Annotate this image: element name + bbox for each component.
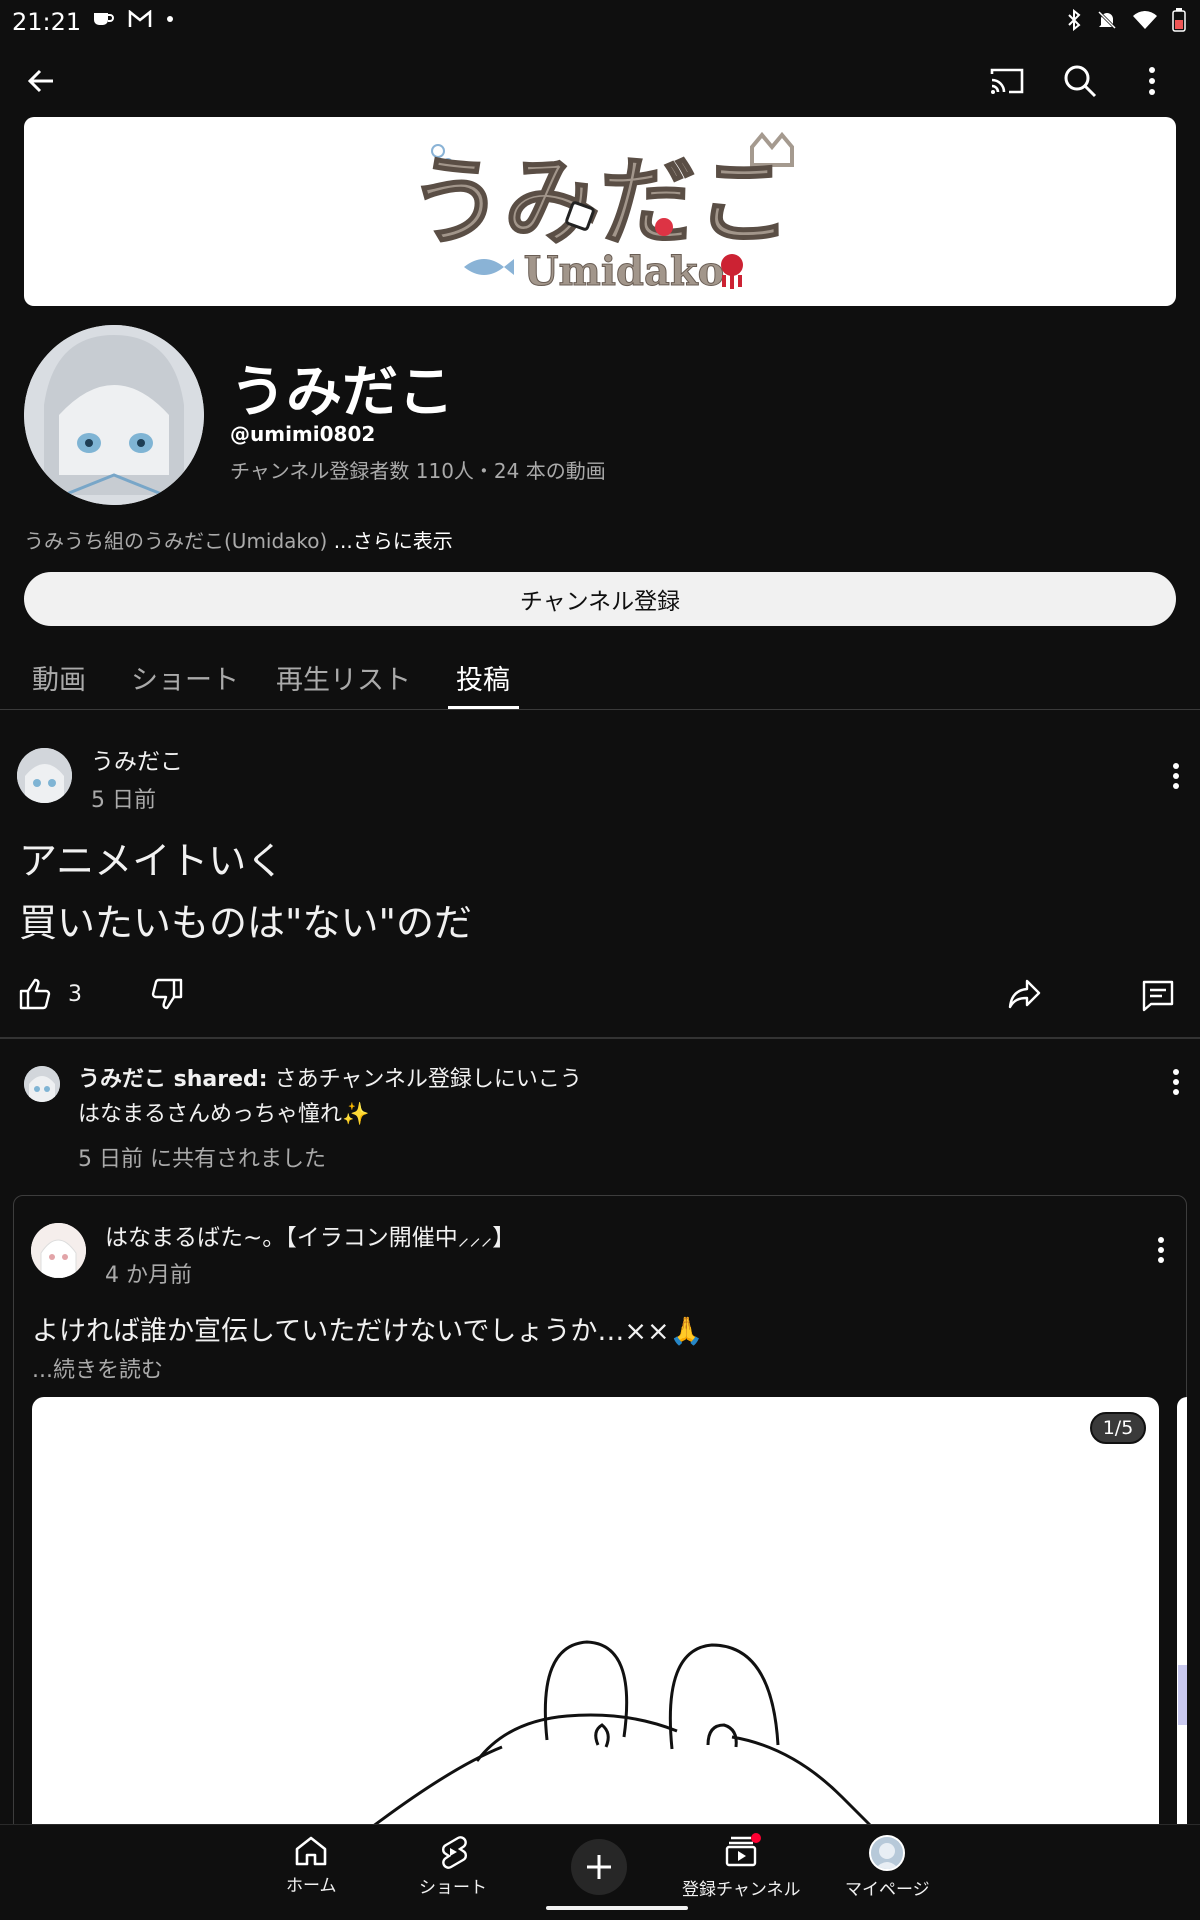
inner-post-more-button[interactable] (1145, 1230, 1177, 1270)
banner-logo-image: うみだこ Umidako (407, 131, 794, 296)
post-author-name[interactable]: うみだこ (91, 742, 183, 776)
post-divider (0, 1037, 1200, 1039)
comment-icon (1142, 980, 1174, 1012)
status-time: 21:21 (12, 8, 82, 36)
shared-comment-line1: さあチャンネル登録しにいこう (267, 1067, 582, 1092)
post-line: アニメイトいく (19, 839, 285, 883)
anime-avatar-image (24, 325, 204, 505)
post-more-button[interactable] (1160, 756, 1192, 796)
subscribe-button[interactable]: チャンネル登録 (24, 572, 1176, 626)
cast-button[interactable] (979, 53, 1035, 109)
nav-home[interactable]: ホーム (286, 1835, 337, 1896)
channel-avatar[interactable] (24, 325, 204, 505)
status-notification-icons (92, 10, 174, 28)
author-avatar-image (24, 1066, 60, 1102)
notification-dot (751, 1833, 762, 1843)
bluetooth-icon (1068, 9, 1081, 31)
nav-subscriptions[interactable]: 登録チャンネル (682, 1833, 801, 1900)
shared-post-more-button[interactable] (1160, 1062, 1192, 1102)
share-icon (1008, 979, 1041, 1009)
more-vert-icon (1158, 1237, 1164, 1263)
inner-author-name[interactable]: はなまるばた~。【イラコン開催中⸝⸝⸝】 (105, 1218, 515, 1252)
nav-shorts-label: ショート (419, 1878, 487, 1898)
status-system-icons (1066, 8, 1186, 32)
tab-shorts[interactable]: ショート (131, 658, 239, 697)
home-icon (295, 1836, 327, 1866)
battery-icon (1172, 8, 1186, 32)
channel-banner: うみだこ Umidako (24, 117, 1176, 306)
search-button[interactable] (1052, 53, 1108, 109)
status-bar: 21:21 (0, 0, 1200, 46)
active-tab-indicator (448, 706, 519, 709)
nav-shorts[interactable]: ショート (419, 1835, 487, 1898)
post-line: 買いたいものは"ない"のだ (19, 901, 472, 945)
post-time: 5 日前 (91, 788, 156, 813)
banner-title-en: Umidako (524, 248, 725, 295)
thumb-down-icon (151, 978, 183, 1010)
shared-comment-line2: はなまるさんめっちゃ憧れ✨ (78, 1102, 370, 1127)
next-image-hint (1178, 1665, 1187, 1725)
banner-title-jp: うみだこ (408, 146, 792, 258)
thumb-up-icon (19, 978, 51, 1010)
search-icon (1064, 65, 1097, 98)
shared-post-text: うみだこ shared: さあチャンネル登録しにいこう はなまるさんめっちゃ憧れ… (78, 1062, 582, 1132)
shared-author-avatar[interactable] (24, 1066, 60, 1102)
post-author-avatar[interactable] (17, 748, 72, 803)
image-counter-badge: 1/5 (1090, 1412, 1146, 1444)
read-more-link[interactable]: ...続きを読む (32, 1352, 163, 1384)
author-avatar-image (31, 1223, 86, 1278)
arrow-back-icon (27, 69, 53, 93)
dot-icon (167, 16, 173, 22)
back-button[interactable] (13, 53, 69, 109)
author-avatar-image (17, 748, 72, 803)
nav-my-page[interactable]: マイページ (845, 1835, 930, 1900)
more-vert-icon (1173, 1069, 1179, 1095)
share-button[interactable] (1007, 978, 1041, 1014)
channel-description-text: うみうち組のうみだこ(Umidako) (24, 529, 334, 553)
channel-name: うみだこ (230, 360, 454, 425)
like-button[interactable]: 3 (18, 977, 82, 1011)
post-body: アニメイトいく 買いたいものは"ない"のだ (19, 830, 472, 954)
inner-post-time: 4 か月前 (105, 1263, 192, 1288)
inner-post-text: よければ誰か宣伝していただけないでしょうか…××🙏 (32, 1316, 704, 1347)
shared-time: 5 日前 に共有されました (78, 1147, 326, 1172)
like-count: 3 (68, 981, 82, 1007)
dislike-button[interactable] (150, 977, 184, 1015)
create-icon (587, 1855, 611, 1879)
channel-tabs: 動画 ショート 再生リスト 投稿 (0, 640, 1200, 710)
channel-description[interactable]: うみうち組のうみだこ(Umidako) ...さらに表示 (24, 525, 453, 554)
wifi-icon (1133, 11, 1157, 29)
gesture-home-indicator[interactable] (546, 1906, 688, 1910)
more-vert-icon (1149, 67, 1155, 95)
tab-videos[interactable]: 動画 (32, 658, 86, 697)
cast-icon (990, 68, 1024, 94)
channel-stats: チャンネル登録者数 110人・24 本の動画 (230, 459, 606, 483)
create-button[interactable] (571, 1839, 627, 1895)
tab-posts[interactable]: 投稿 (456, 658, 510, 697)
gmail-icon (128, 10, 152, 27)
shared-author-label[interactable]: うみだこ shared: (78, 1067, 268, 1092)
nav-my-page-label: マイページ (845, 1880, 930, 1900)
cup-icon (94, 13, 114, 25)
profile-avatar-icon (869, 1835, 906, 1871)
channel-handle: @umimi0802 (230, 422, 376, 446)
top-app-bar (0, 46, 1200, 116)
inner-author-avatar[interactable] (31, 1223, 86, 1278)
nav-home-label: ホーム (286, 1876, 337, 1896)
show-more-link[interactable]: ...さらに表示 (334, 529, 453, 553)
more-vert-icon (1173, 763, 1179, 789)
mute-bell-icon (1097, 10, 1117, 30)
profile-avatar-image (871, 1837, 904, 1869)
tab-playlists[interactable]: 再生リスト (276, 658, 411, 697)
nav-subscriptions-label: 登録チャンネル (682, 1880, 801, 1900)
shorts-icon (442, 1836, 467, 1869)
comments-button[interactable] (1141, 979, 1175, 1017)
more-options-button[interactable] (1124, 53, 1180, 109)
